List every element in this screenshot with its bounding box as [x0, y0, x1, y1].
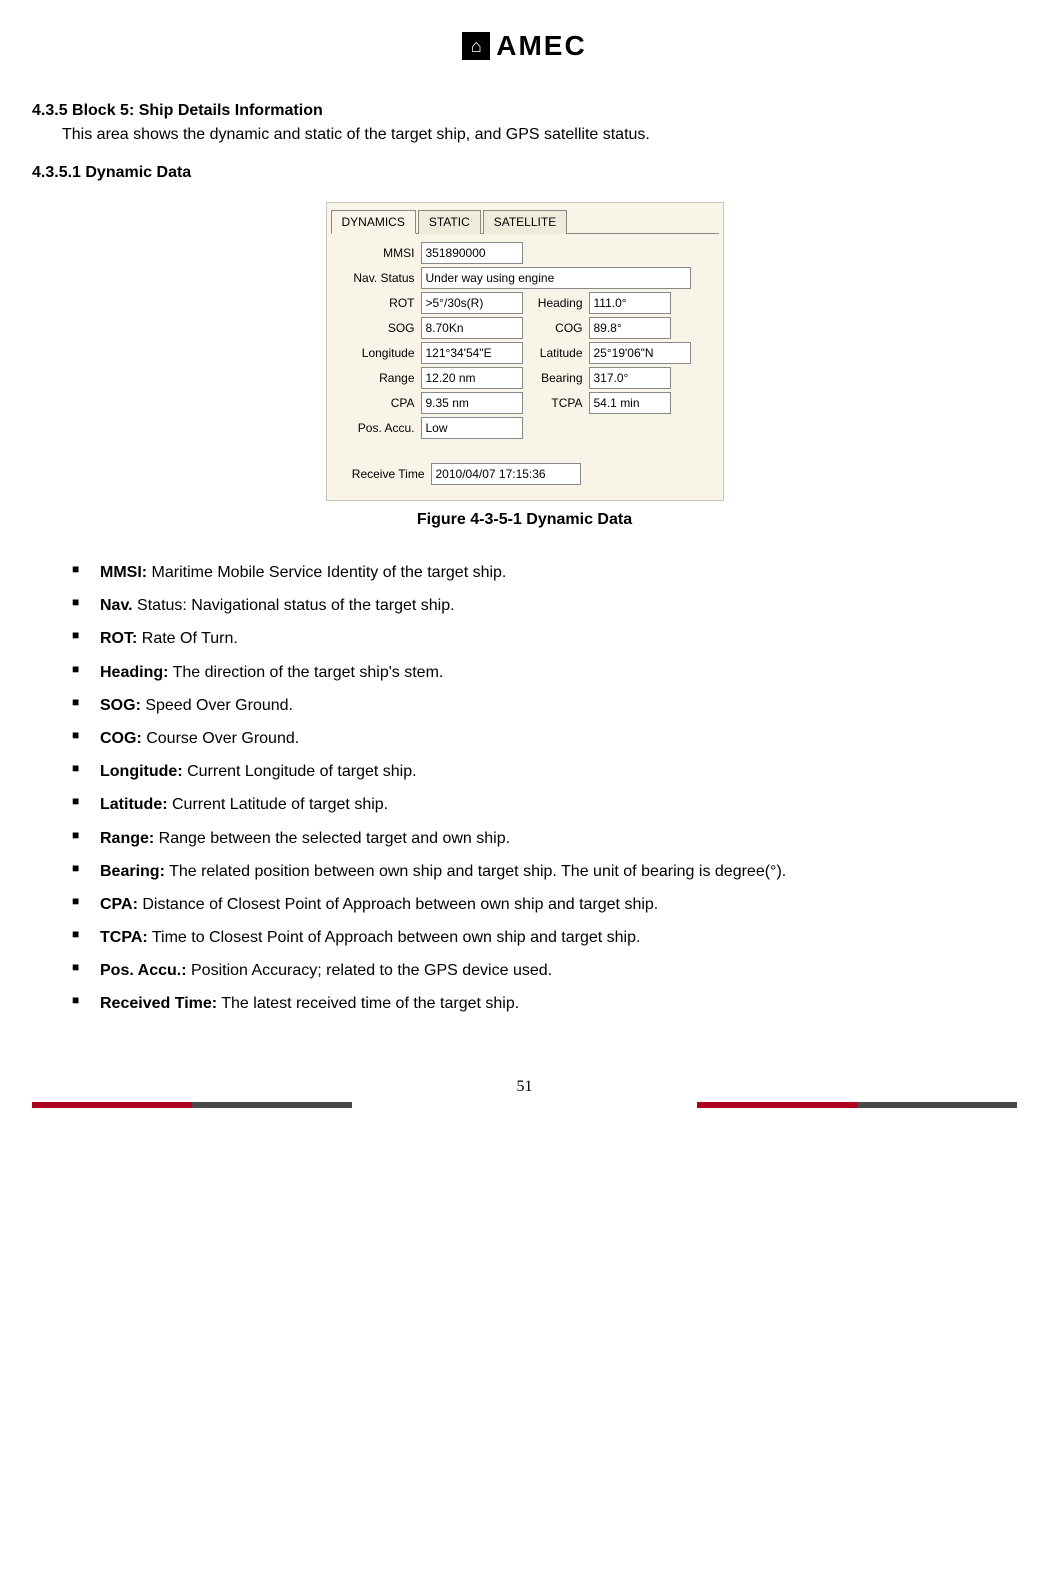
- description: Current Longitude of target ship.: [183, 763, 417, 780]
- label-rot: ROT: [335, 296, 415, 310]
- term: Nav.: [100, 597, 133, 614]
- footer-decoration: [32, 1102, 1017, 1112]
- tab-bar: DYNAMICS STATIC SATELLITE: [327, 203, 723, 233]
- term: SOG:: [100, 697, 141, 714]
- value-sog: 8.70Kn: [421, 317, 523, 339]
- term: Bearing:: [100, 863, 165, 880]
- list-item: Bearing: The related position between ow…: [72, 858, 1017, 885]
- description: Time to Closest Point of Approach betwee…: [148, 929, 641, 946]
- list-item: Nav. Status: Navigational status of the …: [72, 592, 1017, 619]
- description: Distance of Closest Point of Approach be…: [138, 896, 658, 913]
- label-range: Range: [335, 371, 415, 385]
- value-posaccu: Low: [421, 417, 523, 439]
- definitions-list: MMSI: Maritime Mobile Service Identity o…: [72, 559, 1017, 1018]
- label-cog: COG: [523, 321, 583, 335]
- term: Latitude:: [100, 796, 168, 813]
- value-lat: 25°19'06"N: [589, 342, 691, 364]
- label-cpa: CPA: [335, 396, 415, 410]
- description: Range between the selected target and ow…: [154, 830, 510, 847]
- list-item: Range: Range between the selected target…: [72, 825, 1017, 852]
- term: Pos. Accu.:: [100, 962, 187, 979]
- tab-satellite[interactable]: SATELLITE: [483, 210, 567, 234]
- label-bearing: Bearing: [523, 371, 583, 385]
- value-lon: 121°34'54"E: [421, 342, 523, 364]
- list-item: Latitude: Current Latitude of target shi…: [72, 791, 1017, 818]
- list-item: Heading: The direction of the target shi…: [72, 659, 1017, 686]
- list-item: SOG: Speed Over Ground.: [72, 692, 1017, 719]
- list-item: CPA: Distance of Closest Point of Approa…: [72, 891, 1017, 918]
- term: ROT:: [100, 630, 137, 647]
- label-sog: SOG: [335, 321, 415, 335]
- description: Status: Navigational status of the targe…: [133, 597, 455, 614]
- tab-dynamics[interactable]: DYNAMICS: [331, 210, 416, 234]
- value-rot: >5°/30s(R): [421, 292, 523, 314]
- value-cpa: 9.35 nm: [421, 392, 523, 414]
- page-number: 51: [32, 1078, 1017, 1096]
- value-mmsi: 351890000: [421, 242, 523, 264]
- term: Range:: [100, 830, 154, 847]
- term: TCPA:: [100, 929, 148, 946]
- section-heading: 4.3.5 Block 5: Ship Details Information: [32, 102, 1017, 120]
- value-heading: 111.0°: [589, 292, 671, 314]
- description: Speed Over Ground.: [141, 697, 293, 714]
- brand-text: AMEC: [496, 30, 586, 62]
- description: The related position between own ship an…: [165, 863, 786, 880]
- subsection-heading: 4.3.5.1 Dynamic Data: [32, 164, 1017, 182]
- description: The latest received time of the target s…: [217, 995, 519, 1012]
- term: Longitude:: [100, 763, 183, 780]
- list-item: MMSI: Maritime Mobile Service Identity o…: [72, 559, 1017, 586]
- brand-logo: ⌂ AMEC: [462, 30, 586, 62]
- label-heading: Heading: [523, 296, 583, 310]
- list-item: Longitude: Current Longitude of target s…: [72, 758, 1017, 785]
- description: Position Accuracy; related to the GPS de…: [187, 962, 553, 979]
- term: COG:: [100, 730, 142, 747]
- label-tcpa: TCPA: [523, 396, 583, 410]
- description: The direction of the target ship's stem.: [168, 664, 443, 681]
- list-item: ROT: Rate Of Turn.: [72, 625, 1017, 652]
- label-posaccu: Pos. Accu.: [335, 421, 415, 435]
- tab-static[interactable]: STATIC: [418, 210, 481, 234]
- label-lon: Longitude: [335, 346, 415, 360]
- term: MMSI:: [100, 564, 147, 581]
- term: CPA:: [100, 896, 138, 913]
- value-nav: Under way using engine: [421, 267, 691, 289]
- value-range: 12.20 nm: [421, 367, 523, 389]
- term: Received Time:: [100, 995, 217, 1012]
- description: Rate Of Turn.: [137, 630, 237, 647]
- label-nav: Nav. Status: [335, 271, 415, 285]
- value-rtime: 2010/04/07 17:15:36: [431, 463, 581, 485]
- value-cog: 89.8°: [589, 317, 671, 339]
- page-header: ⌂ AMEC: [32, 30, 1017, 62]
- section-intro: This area shows the dynamic and static o…: [62, 126, 1017, 144]
- term: Heading:: [100, 664, 168, 681]
- value-tcpa: 54.1 min: [589, 392, 671, 414]
- label-rtime: Receive Time: [335, 467, 425, 481]
- label-lat: Latitude: [523, 346, 583, 360]
- dynamic-data-panel: DYNAMICS STATIC SATELLITE MMSI351890000 …: [326, 202, 724, 501]
- list-item: TCPA: Time to Closest Point of Approach …: [72, 924, 1017, 951]
- list-item: Pos. Accu.: Position Accuracy; related t…: [72, 957, 1017, 984]
- house-icon: ⌂: [462, 32, 490, 60]
- description: Maritime Mobile Service Identity of the …: [147, 564, 506, 581]
- list-item: COG: Course Over Ground.: [72, 725, 1017, 752]
- figure-caption: Figure 4-3-5-1 Dynamic Data: [32, 511, 1017, 529]
- list-item: Received Time: The latest received time …: [72, 990, 1017, 1017]
- description: Course Over Ground.: [142, 730, 299, 747]
- description: Current Latitude of target ship.: [168, 796, 389, 813]
- value-bearing: 317.0°: [589, 367, 671, 389]
- label-mmsi: MMSI: [335, 246, 415, 260]
